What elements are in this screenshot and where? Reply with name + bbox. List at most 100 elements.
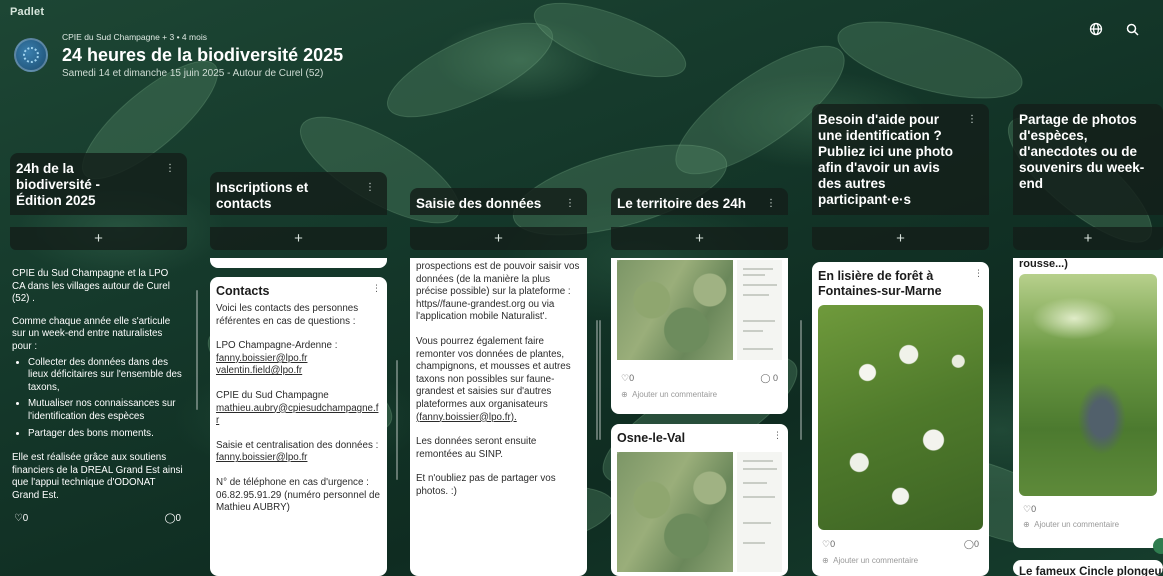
document-image bbox=[736, 260, 782, 360]
post-card-lisiere[interactable]: ⋮ En lisière de forêt à Fontaines-sur-Ma… bbox=[812, 262, 989, 576]
column-menu-icon[interactable]: ⋮ bbox=[766, 196, 776, 212]
board-header: CPIE du Sud Champagne + 3 • 4 mois 24 he… bbox=[14, 32, 343, 79]
column-menu-icon[interactable]: ⋮ bbox=[365, 180, 375, 196]
post-card-cincle[interactable]: Le fameux Cincle plongeur bbox=[1013, 560, 1163, 576]
post-body: Voici les contacts des personnes référen… bbox=[210, 303, 387, 515]
floating-action-button[interactable] bbox=[1153, 538, 1163, 554]
padlet-logo[interactable]: Padlet bbox=[10, 6, 44, 18]
post-text: LPO Champagne-Ardenne : bbox=[216, 340, 338, 352]
post-card-contacts[interactable]: ⋮ Contacts Voici les contacts des person… bbox=[210, 277, 387, 576]
scrollbar[interactable] bbox=[396, 360, 398, 480]
like-button[interactable]: ♡0 bbox=[14, 513, 28, 526]
add-comment-button[interactable]: ⊕ Ajouter un commentaire bbox=[611, 390, 788, 399]
post-text: Et n'oubliez pas de partager vos photos.… bbox=[416, 473, 556, 497]
add-post-button[interactable]: + bbox=[1013, 227, 1163, 250]
post-title: En lisière de forêt à Fontaines-sur-Marn… bbox=[818, 269, 942, 298]
top-toolbar bbox=[1083, 18, 1145, 40]
post-text: prospections est de pouvoir saisir vos d… bbox=[416, 261, 580, 323]
field-photo bbox=[1019, 274, 1157, 496]
scrollbar[interactable] bbox=[596, 320, 598, 440]
comment-button[interactable]: ◯0 bbox=[165, 513, 181, 526]
column-title: Le territoire des 24h bbox=[617, 196, 747, 211]
post-text: Vous pourrez également faire remonter vo… bbox=[416, 335, 571, 410]
column-menu-icon[interactable]: ⋮ bbox=[165, 161, 175, 177]
column-title: Besoin d'aide pour une identification ? … bbox=[818, 112, 953, 207]
list-item: Mutualiser nos connaissances sur l'ident… bbox=[28, 398, 185, 423]
email-link[interactable]: (fanny.boissier@lpo.fr). bbox=[416, 412, 517, 423]
post-text: Elle est réalisée grâce aux soutiens fin… bbox=[12, 452, 183, 501]
post-text: N° de téléphone en cas d'urgence : 06.82… bbox=[216, 476, 380, 514]
post-text: Saisie et centralisation des données : bbox=[216, 439, 379, 451]
add-post-button[interactable]: + bbox=[611, 227, 788, 250]
post-text: CPIE du Sud Champagne bbox=[216, 389, 329, 401]
post-image-map bbox=[611, 446, 788, 572]
like-button[interactable]: ♡0 bbox=[822, 539, 835, 550]
post-title: Contacts bbox=[216, 284, 270, 298]
post-card-osne[interactable]: ⋮ Osne-le-Val bbox=[611, 424, 788, 576]
like-button[interactable]: ♡0 bbox=[1023, 504, 1036, 515]
comment-button[interactable]: ◯ 0 bbox=[760, 373, 778, 384]
column-header[interactable]: Inscriptions et contacts ⋮ bbox=[210, 172, 387, 215]
email-link[interactable]: fanny.boissier@lpo.fr bbox=[216, 452, 307, 463]
add-post-button[interactable]: + bbox=[812, 227, 989, 250]
column-menu-icon[interactable]: ⋮ bbox=[967, 112, 977, 128]
post-card-photo[interactable]: rousse...) ♡0 ⊕ Ajouter un commentaire bbox=[1013, 258, 1163, 548]
document-image bbox=[736, 452, 782, 572]
board-subtitle: Samedi 14 et dimanche 15 juin 2025 - Aut… bbox=[62, 68, 324, 79]
post-title: Osne-le-Val bbox=[617, 431, 686, 445]
globe-icon[interactable] bbox=[1083, 18, 1109, 40]
email-link[interactable]: mathieu.aubry@cpiesudchampagne.fr bbox=[216, 403, 378, 427]
column-title: Saisie des données bbox=[416, 196, 542, 211]
email-link[interactable]: valentin.field@lpo.fr bbox=[216, 365, 302, 376]
scrollbar[interactable] bbox=[599, 320, 601, 440]
column-title: Inscriptions et contacts bbox=[216, 180, 309, 211]
add-post-button[interactable]: + bbox=[410, 227, 587, 250]
board-title: 24 heures de la biodiversité 2025 bbox=[62, 45, 344, 65]
column-header[interactable]: Besoin d'aide pour une identification ? … bbox=[812, 104, 989, 215]
flower-photo bbox=[818, 305, 983, 530]
post-text: Comme chaque année elle s'articule sur u… bbox=[12, 315, 171, 352]
add-comment-button[interactable]: ⊕ Ajouter un commentaire bbox=[812, 556, 989, 565]
post-title: rousse...) bbox=[1019, 258, 1068, 270]
reaction-row: ♡0 bbox=[1013, 504, 1163, 515]
list-item: Partager des bons moments. bbox=[28, 428, 185, 441]
post-card-saisie[interactable]: prospections est de pouvoir saisir vos d… bbox=[410, 258, 587, 576]
map-image bbox=[617, 260, 733, 360]
list-item: Collecter des données dans des lieux déf… bbox=[28, 357, 185, 395]
scrollbar[interactable] bbox=[800, 320, 802, 440]
column-header[interactable]: 24h de la biodiversité - Édition 2025 ⋮ bbox=[10, 153, 187, 215]
post-intro[interactable]: CPIE du Sud Champagne et la LPO CA dans … bbox=[10, 268, 185, 525]
bullet-list: Collecter des données dans des lieux déf… bbox=[10, 357, 185, 441]
add-comment-button[interactable]: ⊕ Ajouter un commentaire bbox=[1013, 520, 1163, 529]
column-header[interactable]: Le territoire des 24h ⋮ bbox=[611, 188, 788, 215]
email-link[interactable]: fanny.boissier@lpo.fr bbox=[216, 353, 307, 364]
column-header[interactable]: Saisie des données ⋮ bbox=[410, 188, 587, 215]
scrollbar[interactable] bbox=[196, 290, 198, 410]
board-meta[interactable]: CPIE du Sud Champagne + 3 • 4 mois bbox=[62, 32, 343, 42]
post-menu-icon[interactable]: ⋮ bbox=[372, 283, 381, 294]
board-avatar[interactable] bbox=[14, 38, 48, 72]
post-card-partial[interactable] bbox=[210, 258, 387, 268]
post-menu-icon[interactable]: ⋮ bbox=[974, 268, 983, 279]
map-image bbox=[617, 452, 733, 572]
post-text: Les données seront ensuite remontées au … bbox=[416, 436, 537, 460]
column-title: 24h de la biodiversité - Édition 2025 bbox=[16, 161, 101, 208]
reaction-row: ♡0 ◯ 0 bbox=[611, 373, 788, 384]
like-button[interactable]: ♡0 bbox=[621, 373, 634, 384]
add-post-button[interactable]: + bbox=[10, 227, 187, 250]
post-image-map bbox=[611, 258, 788, 363]
reaction-row: ♡0 ◯0 bbox=[10, 513, 185, 526]
reaction-row: ♡0 ◯0 bbox=[812, 539, 989, 550]
post-text: CPIE du Sud Champagne et la LPO CA dans … bbox=[12, 268, 170, 305]
search-icon[interactable] bbox=[1119, 18, 1145, 40]
post-title: Le fameux Cincle plongeur bbox=[1019, 566, 1163, 576]
column-header[interactable]: Partage de photos d'espèces, d'anecdotes… bbox=[1013, 104, 1163, 215]
post-text: Voici les contacts des personnes référen… bbox=[216, 303, 359, 327]
column-title: Partage de photos d'espèces, d'anecdotes… bbox=[1019, 112, 1145, 191]
comment-button[interactable]: ◯0 bbox=[964, 539, 979, 550]
post-body: prospections est de pouvoir saisir vos d… bbox=[410, 261, 587, 499]
post-menu-icon[interactable]: ⋮ bbox=[773, 430, 782, 441]
add-post-button[interactable]: + bbox=[210, 227, 387, 250]
post-card-map[interactable]: ♡0 ◯ 0 ⊕ Ajouter un commentaire bbox=[611, 258, 788, 414]
column-menu-icon[interactable]: ⋮ bbox=[565, 196, 575, 212]
